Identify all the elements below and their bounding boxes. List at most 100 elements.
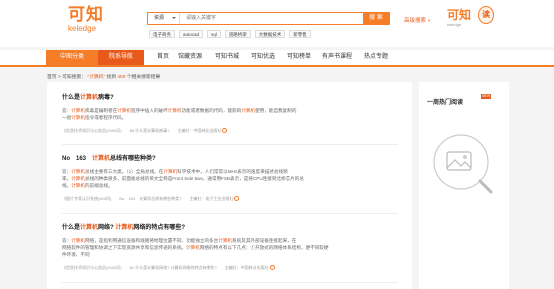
- nav-item-audiobooks[interactable]: 有声书课程: [322, 50, 352, 65]
- snippet-highlight: 计算机: [71, 176, 85, 181]
- result-title[interactable]: 什么是计算机网络? 计算机网络的特点有哪些?: [62, 224, 402, 233]
- breadcrumb-separator: >: [57, 75, 61, 80]
- snippet-highlight: 计算机: [186, 245, 200, 250]
- search-type-label: 资源: [154, 15, 165, 21]
- search-button[interactable]: 搜 索: [363, 13, 389, 24]
- snippet-text: 率。: [62, 176, 72, 181]
- title-text: 什么是: [62, 95, 81, 101]
- hot-tag[interactable]: 道路桥梁: [224, 30, 251, 38]
- snippet-highlight: 计算机: [71, 108, 85, 113]
- advanced-search-label: 高级搜索: [404, 18, 427, 24]
- result-title[interactable]: 什么是计算机病毒?: [62, 94, 402, 103]
- snippet-text: 网络的特点有以下几点：①开放式的网络体系结构，便不同软硬: [199, 245, 329, 250]
- nav-category-primary[interactable]: 中图分类: [46, 50, 98, 65]
- meta-page[interactable]: 61 什么是计算机网络? 计算机网络的特点有哪些?: [130, 265, 217, 270]
- result-divider: [62, 144, 398, 145]
- snippet-text: 程序中插入的破坏: [130, 108, 168, 113]
- hot-search-tags: 电子商务 autocad sql 道路桥梁 大数据技术 新零售: [149, 30, 311, 38]
- nav-item-topics[interactable]: 热点专题: [364, 50, 388, 65]
- title-highlight: 计算机: [115, 225, 134, 231]
- panel-heading: 一周热门阅读: [427, 100, 464, 106]
- title-highlight: 计算机: [80, 95, 99, 101]
- hot-tag[interactable]: 大数据技术: [254, 30, 286, 38]
- snippet-highlight: 计算机: [241, 108, 256, 113]
- meta-source[interactable]: 《信息技术知识与公务员(2400问): [62, 265, 122, 270]
- result-meta: 《信息技术知识与公务员(2400问) 61 什么是计算机网络? 计算机网络的特点…: [62, 265, 402, 271]
- result-item: 什么是计算机网络? 计算机网络的特点有哪些? 答：计算机网络，是指利用通信设备和…: [62, 224, 402, 271]
- result-item: 什么是计算机病毒? 答：计算机病毒是编制者在计算机程序中插入的破坏计算机功能或者…: [62, 94, 402, 134]
- title-highlight: 计算机: [92, 156, 111, 162]
- result-snippet: 答：计算机病毒是编制者在计算机程序中插入的破坏计算机功能或者数据的代码，能影响计…: [62, 107, 402, 121]
- snippet-text: 答：: [62, 238, 72, 243]
- hot-tag[interactable]: sql: [207, 30, 221, 38]
- result-divider: [62, 282, 398, 283]
- title-text: No 163: [62, 156, 93, 162]
- new-badge: NEW: [481, 94, 492, 99]
- snippet-highlight: 计算机: [117, 108, 131, 113]
- title-text: 什么是: [62, 225, 81, 231]
- reader-logo[interactable]: 可知 keledge 读: [447, 6, 494, 27]
- result-snippet: 答：计算机总线主要有三大类。（1）全局总线。在计算机科学技术中，人们常常以MHz…: [62, 168, 402, 189]
- search-bar: 资源 搜 索: [147, 12, 390, 25]
- title-text: 总线有哪些种类?: [110, 156, 156, 162]
- nav-item-selected[interactable]: 可知优选: [251, 50, 275, 65]
- hot-tag[interactable]: 电子商务: [149, 30, 175, 38]
- meta-source[interactable]: 《信息技术知识与公务员(2400问): [62, 128, 122, 133]
- breadcrumb-current: 可知搜索: [62, 75, 82, 80]
- result-item: No 163 计算机总线有哪些种类? 答：计算机总线主要有三大类。（1）全局总线…: [62, 155, 402, 202]
- title-text: 病毒?: [98, 95, 114, 101]
- search-results: 什么是计算机病毒? 答：计算机病毒是编制者在计算机程序中插入的破坏计算机功能或者…: [47, 82, 412, 289]
- logo-text: 可知: [68, 5, 104, 24]
- nav-item-collection[interactable]: 馆藏资源: [178, 50, 202, 65]
- snippet-text: 病毒是编制者在: [85, 108, 118, 113]
- empty-state-image-icon: [433, 134, 493, 194]
- site-logo[interactable]: 可知 keledge: [68, 5, 104, 34]
- meta-publisher: 主编社：电子工业出版社: [189, 196, 234, 201]
- result-title[interactable]: No 163 计算机总线有哪些种类?: [62, 155, 402, 164]
- snippet-text: 指令或者程序代码。: [85, 115, 127, 120]
- breadcrumb-query: “计算机”: [87, 75, 106, 80]
- breadcrumb-home[interactable]: 首页: [47, 75, 57, 80]
- meta-page[interactable]: No 163 计算机总线有哪些种类?: [119, 196, 181, 201]
- reader-logo-subtext: keledge: [447, 22, 462, 27]
- hot-tag[interactable]: autocad: [179, 30, 204, 38]
- snippet-highlight: 计算机: [218, 238, 233, 243]
- result-count-suffix: 个相关搜索结果: [126, 75, 161, 80]
- meta-page[interactable]: 86 什么是计算机病毒?: [130, 128, 170, 133]
- snippet-highlight: 计算机: [163, 169, 178, 174]
- result-meta: 《信息技术知识与公务员(2400问) 86 什么是计算机病毒? 主编社：中国林业…: [62, 128, 402, 134]
- chevron-down-icon: [172, 17, 176, 19]
- read-badge-icon: 读: [478, 6, 494, 24]
- search-input[interactable]: [180, 13, 363, 24]
- snippet-text: 的前端总线。: [85, 183, 113, 188]
- snippet-text: 总线的种类很多，前面板总线的英文全称是Front Side Bus，通常用FSB…: [85, 176, 304, 181]
- chevron-right-icon: »: [427, 18, 431, 24]
- weekly-popular-panel: 一周热门阅读 NEW: [419, 82, 509, 289]
- title-highlight: 计算机: [80, 225, 99, 231]
- nav-category-secondary[interactable]: 院系导航: [98, 50, 144, 65]
- search-type-select[interactable]: 资源: [148, 13, 180, 24]
- snippet-text: 功能或者数据的代码，能影响: [181, 108, 242, 113]
- nav-item-bookstore[interactable]: 可知书城: [215, 50, 239, 65]
- result-count: 459: [117, 75, 126, 80]
- snippet-highlight: 计算机: [167, 108, 182, 113]
- meta-source[interactable]: 《图片专家认识系统(400问): [62, 196, 111, 201]
- hot-tag[interactable]: 新零售: [289, 30, 311, 38]
- advanced-search-link[interactable]: 高级搜索 »: [404, 16, 431, 24]
- snippet-text: 答：: [62, 169, 72, 174]
- nav-item-rankings[interactable]: 可知榜单: [287, 50, 311, 65]
- verified-icon: [234, 196, 240, 202]
- title-text: 网络的特点有哪些?: [133, 225, 186, 231]
- result-divider: [62, 213, 398, 214]
- snippet-text: 系统及其外部设备连接起来，在: [232, 238, 297, 243]
- snippet-text: 答：: [62, 108, 72, 113]
- snippet-highlight: 计算机: [71, 183, 85, 188]
- snippet-text: 使用，能自我复制的: [255, 108, 297, 113]
- snippet-text: 件环境、不同: [62, 252, 90, 257]
- snippet-text: 一组: [62, 115, 72, 120]
- main-nav: 中图分类 院系导航 首页 馆藏资源 可知书城 可知优选 可知榜单 有声书课程 热…: [0, 50, 554, 67]
- breadcrumb: 首页 > 可知搜索： “计算机” 找到 459 个相关搜索结果: [47, 73, 160, 80]
- snippet-text: 网络，是指利用通信设备和线路将地理位置不同、功能独立的多台: [85, 238, 219, 243]
- nav-item-home[interactable]: 首页: [157, 50, 169, 65]
- result-snippet: 答：计算机网络，是指利用通信设备和线路将地理位置不同、功能独立的多台计算机系统及…: [62, 237, 402, 258]
